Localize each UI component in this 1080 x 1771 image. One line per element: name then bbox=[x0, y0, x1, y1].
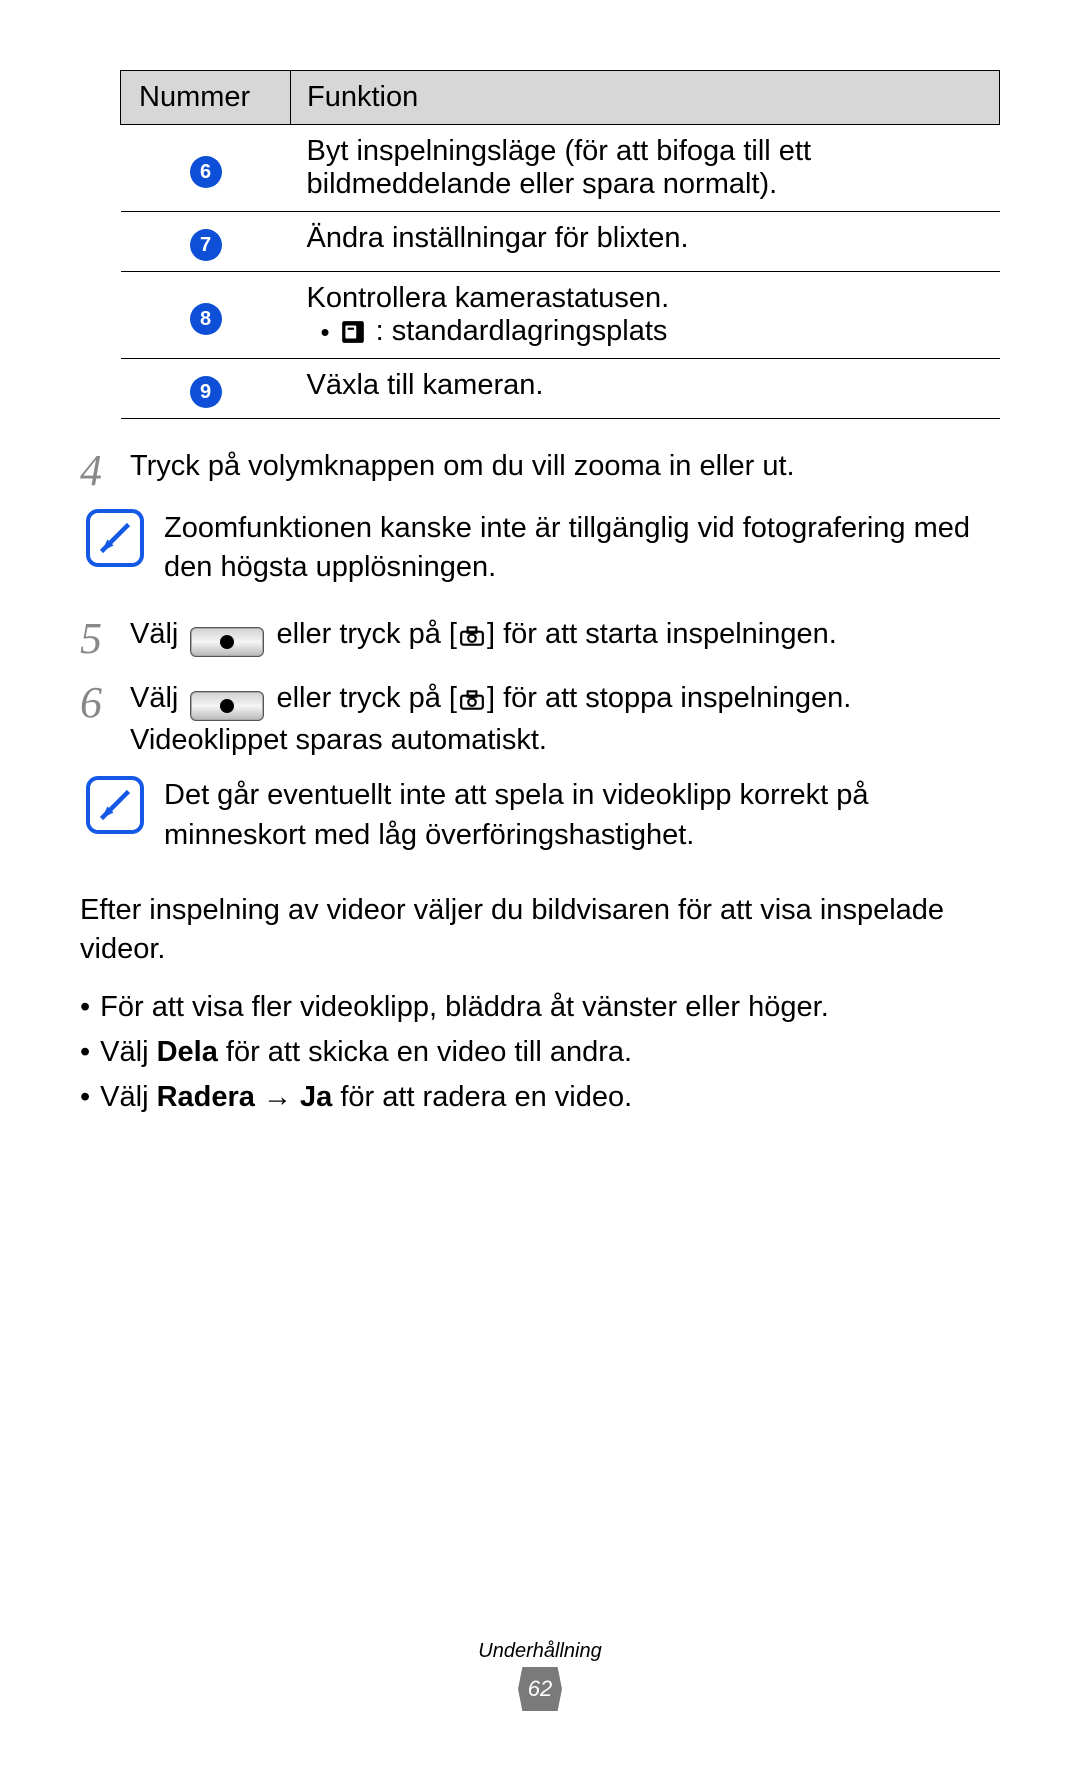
step-text: Välj eller tryck på [] för att starta in… bbox=[130, 615, 1000, 661]
table-row: 8 Kontrollera kamerastatusen. • : standa… bbox=[121, 272, 1000, 359]
row-number-badge: 9 bbox=[190, 376, 222, 408]
record-button-icon bbox=[190, 627, 264, 657]
note-icon bbox=[86, 776, 144, 834]
row-text: Växla till kameran. bbox=[291, 359, 1000, 419]
step-number: 6 bbox=[80, 679, 130, 760]
row-sub-bullet: • : standardlagringsplats bbox=[307, 315, 984, 348]
footer-category: Underhållning bbox=[0, 1640, 1080, 1663]
row-text: Byt inspelningsläge (för att bifoga till… bbox=[291, 125, 1000, 212]
list-item: Välj Dela för att skicka en video till a… bbox=[80, 1030, 1000, 1075]
col-header-number: Nummer bbox=[121, 71, 291, 125]
row-number-badge: 6 bbox=[190, 156, 222, 188]
col-header-function: Funktion bbox=[291, 71, 1000, 125]
footer-page-number: 62 bbox=[518, 1667, 562, 1711]
step-4: 4 Tryck på volymknappen om du vill zooma… bbox=[80, 447, 1000, 493]
step-text: Tryck på volymknappen om du vill zooma i… bbox=[130, 447, 1000, 493]
record-button-icon bbox=[190, 691, 264, 721]
camera-key-icon bbox=[459, 689, 485, 711]
row-number-badge: 8 bbox=[190, 303, 222, 335]
note-memory-card: Det går eventuellt inte att spela in vid… bbox=[86, 776, 1000, 854]
note-text: Det går eventuellt inte att spela in vid… bbox=[164, 776, 1000, 854]
list-item: För att visa fler videoklipp, bläddra åt… bbox=[80, 985, 1000, 1030]
row-text: Ändra inställningar för blixten. bbox=[291, 212, 1000, 272]
table-row: 7 Ändra inställningar för blixten. bbox=[121, 212, 1000, 272]
row-sub-bullet-text: : standardlagringsplats bbox=[376, 315, 668, 348]
step-5: 5 Välj eller tryck på [] för att starta … bbox=[80, 615, 1000, 661]
step-text: Välj eller tryck på [] för att stoppa in… bbox=[130, 679, 1000, 760]
step-number: 5 bbox=[80, 615, 130, 661]
storage-location-icon bbox=[340, 319, 366, 345]
list-item: Välj Radera → Ja för att radera en video… bbox=[80, 1075, 1000, 1120]
after-recording-list: För att visa fler videoklipp, bläddra åt… bbox=[80, 985, 1000, 1120]
table-row: 9 Växla till kameran. bbox=[121, 359, 1000, 419]
row-text: Kontrollera kamerastatusen. bbox=[307, 282, 984, 315]
step-6: 6 Välj eller tryck på [] för att stoppa … bbox=[80, 679, 1000, 760]
function-table: Nummer Funktion 6 Byt inspelningsläge (f… bbox=[120, 70, 1000, 419]
note-text: Zoomfunktionen kanske inte är tillgängli… bbox=[164, 509, 1000, 587]
row-number-badge: 7 bbox=[190, 229, 222, 261]
note-icon bbox=[86, 509, 144, 567]
page-footer: Underhållning 62 bbox=[0, 1640, 1080, 1711]
step-number: 4 bbox=[80, 447, 130, 493]
table-row: 6 Byt inspelningsläge (för att bifoga ti… bbox=[121, 125, 1000, 212]
camera-key-icon bbox=[459, 625, 485, 647]
note-zoom: Zoomfunktionen kanske inte är tillgängli… bbox=[86, 509, 1000, 587]
bullet-dot-icon: • bbox=[321, 319, 330, 345]
after-recording-paragraph: Efter inspelning av videor väljer du bil… bbox=[80, 891, 1000, 969]
